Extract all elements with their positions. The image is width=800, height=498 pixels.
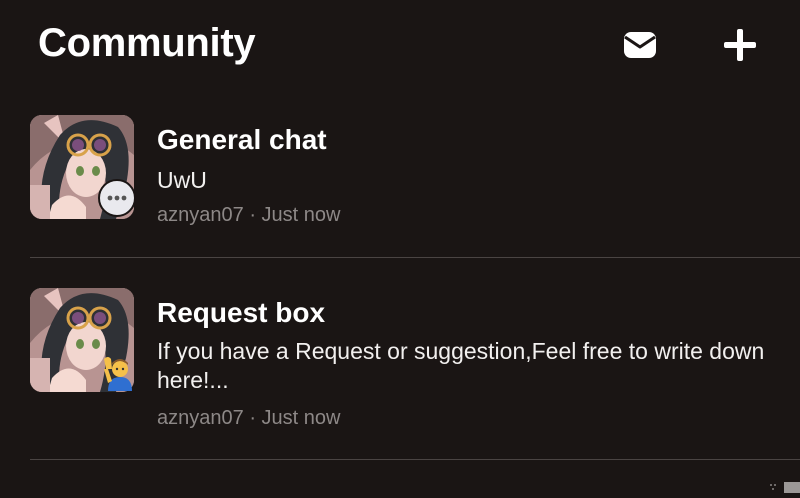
post-title: General chat xyxy=(157,124,327,155)
plus-icon xyxy=(724,29,756,61)
inbox-button[interactable] xyxy=(619,24,661,66)
post-item[interactable]: Request box If you have a Request or sug… xyxy=(0,285,800,460)
post-preview: If you have a Request or suggestion,Feel… xyxy=(157,338,765,393)
divider xyxy=(30,257,800,258)
post-preview: UwU xyxy=(157,167,207,193)
post-time: Just now xyxy=(261,204,341,226)
page-title: Community xyxy=(38,21,256,65)
post-meta: aznyan07 · Just now xyxy=(157,202,340,228)
meta-separator: · xyxy=(249,407,256,429)
resize-grip[interactable] xyxy=(768,480,800,493)
post-item[interactable]: General chat UwU aznyan07 · Just now xyxy=(0,112,800,258)
post-time: Just now xyxy=(261,407,341,429)
header: Community xyxy=(0,0,800,90)
author-name[interactable]: aznyan07 xyxy=(157,407,244,429)
raising-hand-emoji-icon xyxy=(98,353,136,391)
post-meta: aznyan07 · Just now xyxy=(157,405,340,431)
divider xyxy=(30,459,800,460)
post-title: Request box xyxy=(157,297,326,328)
create-post-button[interactable] xyxy=(719,24,761,66)
meta-separator: · xyxy=(249,204,256,226)
envelope-icon xyxy=(624,32,656,58)
author-name[interactable]: aznyan07 xyxy=(157,204,244,226)
speech-bubble-icon xyxy=(98,179,136,217)
